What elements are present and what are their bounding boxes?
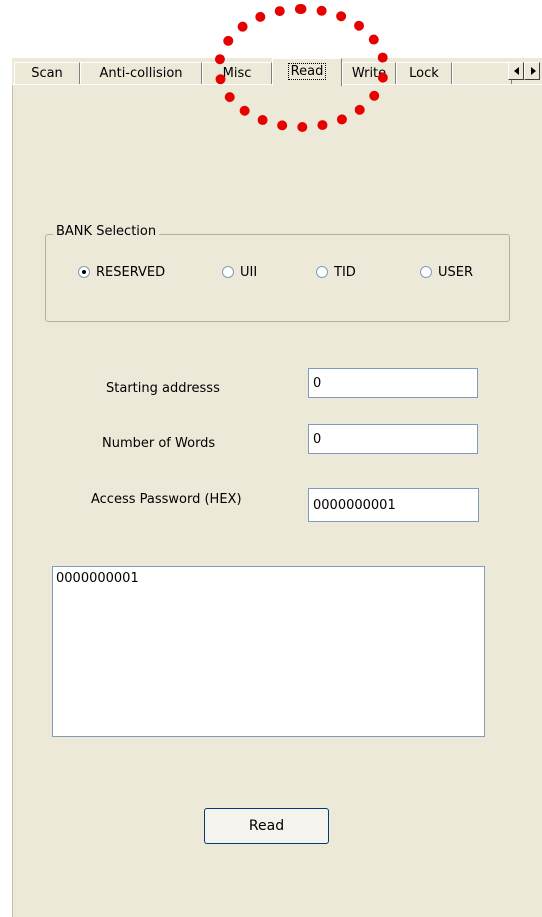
access-password-label: Access Password (HEX) — [91, 492, 242, 507]
radio-uii-indicator[interactable] — [222, 266, 234, 278]
tab-overflow[interactable] — [452, 62, 512, 84]
tab-write-label: Write — [351, 66, 387, 81]
starting-address-input[interactable] — [308, 368, 478, 398]
radio-tid[interactable]: TID — [316, 262, 356, 282]
tab-lock[interactable]: Lock — [396, 62, 452, 84]
radio-reserved-label: RESERVED — [96, 264, 166, 280]
read-output-textarea[interactable]: 0000000001 — [52, 566, 485, 737]
starting-address-label: Starting addresss — [106, 381, 220, 396]
read-button[interactable]: Read — [204, 808, 329, 844]
tab-write[interactable]: Write — [342, 62, 396, 84]
access-password-input[interactable] — [308, 488, 479, 522]
radio-user-indicator[interactable] — [420, 266, 432, 278]
tab-anti-collision-label: Anti-collision — [99, 66, 183, 81]
radio-tid-indicator[interactable] — [316, 266, 328, 278]
radio-uii-label: UII — [240, 264, 258, 280]
radio-reserved-indicator[interactable] — [78, 266, 90, 278]
arrow-left-icon — [514, 67, 519, 75]
tab-misc-label: Misc — [222, 66, 252, 81]
tab-scroll-left-button[interactable] — [508, 62, 524, 80]
radio-user[interactable]: USER — [420, 262, 473, 282]
tab-anti-collision[interactable]: Anti-collision — [80, 62, 202, 84]
arrow-right-icon — [531, 67, 536, 75]
bank-selection-title: BANK Selection — [53, 224, 160, 239]
tab-lock-label: Lock — [409, 66, 439, 81]
tab-scan[interactable]: Scan — [14, 62, 80, 84]
number-of-words-label: Number of Words — [102, 436, 216, 451]
radio-tid-label: TID — [334, 264, 356, 280]
radio-reserved[interactable]: RESERVED — [78, 262, 165, 282]
tab-misc[interactable]: Misc — [202, 62, 272, 84]
radio-uii[interactable]: UII — [222, 262, 257, 282]
tab-read[interactable]: Read — [272, 58, 342, 86]
radio-user-label: USER — [438, 264, 474, 280]
tab-scroll-right-button[interactable] — [524, 62, 540, 80]
tab-read-label: Read — [287, 63, 327, 80]
tab-scan-label: Scan — [31, 66, 63, 81]
number-of-words-input[interactable] — [308, 424, 478, 454]
